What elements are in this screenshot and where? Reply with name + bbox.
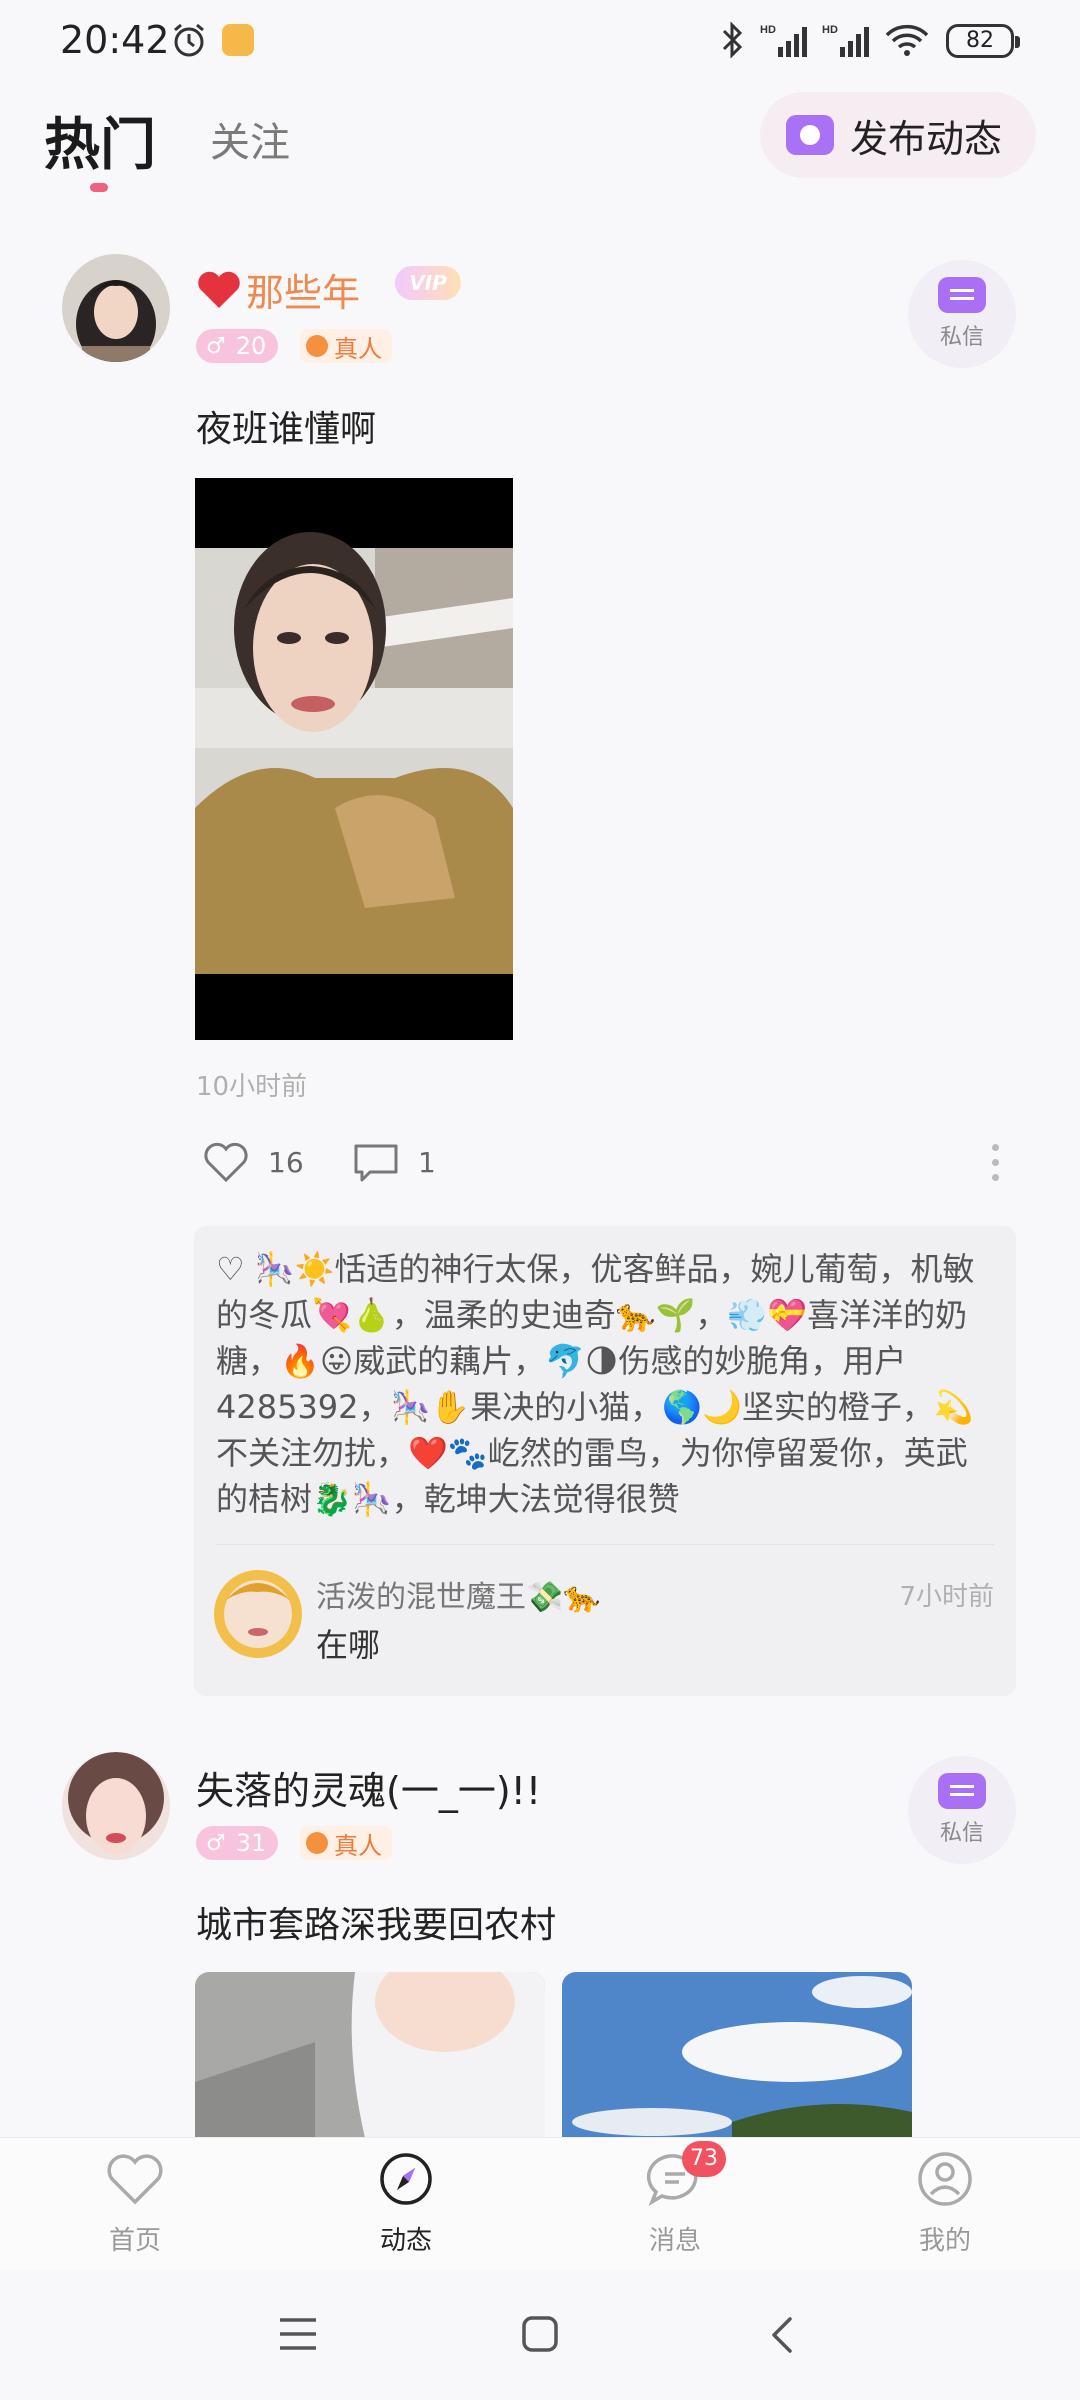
- heart-outline-icon: [107, 2154, 163, 2205]
- dm-label: 私信: [939, 1821, 984, 1846]
- home-icon[interactable]: [522, 2316, 558, 2352]
- comment-count: 1: [418, 1145, 436, 1179]
- post-text: 城市套路深我要回农村: [196, 1905, 557, 1946]
- verified-badge: 真人: [300, 329, 392, 363]
- signal-hd-icon: HD: [820, 20, 874, 60]
- post-avatar[interactable]: [62, 254, 170, 362]
- likers-list: ♡ 🎠☀️恬适的神行太保，优客鲜品，婉儿葡萄，机敏的冬瓜💘🍐，温柔的史迪奇🐆🌱，…: [216, 1250, 975, 1518]
- notification-app-icon: [222, 20, 254, 60]
- comment-divider: [216, 1544, 994, 1545]
- post-username-row[interactable]: 那些年: [196, 262, 360, 317]
- svg-text:HD: HD: [760, 24, 776, 36]
- private-message-button[interactable]: 私信: [908, 1756, 1016, 1864]
- bluetooth-icon: [720, 20, 746, 60]
- verified-badge: 真人: [300, 1826, 392, 1860]
- post-image[interactable]: [562, 1972, 912, 2138]
- nav-messages-label: 消息: [648, 2226, 701, 2256]
- camera-icon: [786, 115, 834, 155]
- level-icon: ♂: [206, 1830, 226, 1856]
- commenter-name[interactable]: 活泼的混世魔王💸🐆: [316, 1572, 601, 1616]
- like-button[interactable]: 16: [202, 1140, 304, 1184]
- signal-hd-icon: HD: [758, 20, 812, 60]
- commenter-avatar[interactable]: [214, 1570, 302, 1658]
- message-icon: [938, 1773, 986, 1809]
- level-value: 31: [235, 1829, 267, 1857]
- verified-icon: [306, 1832, 328, 1854]
- nav-feed[interactable]: 动态: [336, 2150, 476, 2257]
- nav-feed-label: 动态: [379, 2226, 432, 2256]
- level-badge: ♂ 20: [196, 329, 279, 363]
- verified-label: 真人: [334, 334, 382, 363]
- nav-home[interactable]: 首页: [65, 2150, 205, 2257]
- battery-icon: 82: [946, 24, 1020, 58]
- verified-label: 真人: [334, 1831, 382, 1860]
- compass-icon: [380, 2153, 432, 2205]
- user-circle-icon: [918, 2152, 972, 2206]
- nav-profile[interactable]: 我的: [875, 2150, 1015, 2257]
- more-options-icon[interactable]: [992, 1144, 1000, 1186]
- menu-icon[interactable]: [278, 2316, 318, 2352]
- alarm-icon: [170, 20, 208, 60]
- verified-icon: [306, 335, 328, 357]
- tab-follow[interactable]: 关注: [210, 110, 290, 168]
- unread-badge: 73: [682, 2141, 726, 2177]
- like-count: 16: [268, 1145, 304, 1179]
- nav-home-label: 首页: [108, 2226, 161, 2256]
- post-image[interactable]: [195, 1972, 545, 2138]
- publish-label: 发布动态: [850, 116, 1003, 161]
- level-icon: ♂: [206, 333, 226, 359]
- status-bar: 20:42 HD HD 82: [0, 0, 1080, 84]
- back-icon[interactable]: [768, 2316, 794, 2354]
- svg-text:HD: HD: [822, 24, 838, 36]
- comment-button[interactable]: 1: [352, 1140, 436, 1184]
- wifi-icon: [884, 20, 930, 60]
- private-message-button[interactable]: 私信: [908, 260, 1016, 368]
- heart-icon: [198, 271, 240, 308]
- comment-section: ♡ 🎠☀️恬适的神行太保，优客鲜品，婉儿葡萄，机敏的冬瓜💘🍐，温柔的史迪奇🐆🌱，…: [194, 1226, 1016, 1696]
- comment-text: 在哪: [316, 1626, 381, 1664]
- post-username[interactable]: 失落的灵魂(一_一)!!: [196, 1760, 541, 1815]
- post-username: 那些年: [246, 271, 361, 315]
- post-image[interactable]: [195, 478, 513, 1040]
- tab-hot[interactable]: 热门: [44, 100, 156, 181]
- like-heart-icon: [204, 1142, 248, 1183]
- comment-time: 7小时前: [899, 1582, 994, 1612]
- post-time: 10小时前: [196, 1072, 308, 1102]
- level-value: 20: [235, 332, 267, 360]
- vip-badge: VIP: [395, 266, 461, 300]
- system-nav-bar: [0, 2270, 1080, 2400]
- message-icon: [938, 277, 986, 313]
- tab-active-indicator: [90, 183, 108, 192]
- publish-post-button[interactable]: 发布动态: [760, 92, 1036, 178]
- nav-profile-label: 我的: [918, 2226, 971, 2256]
- post-text: 夜班谁懂啊: [196, 409, 377, 450]
- comment-bubble-icon: [354, 1144, 398, 1182]
- status-time: 20:42: [60, 18, 170, 62]
- post-avatar[interactable]: [62, 1752, 170, 1860]
- level-badge: ♂ 31: [196, 1826, 279, 1860]
- dm-label: 私信: [939, 325, 984, 350]
